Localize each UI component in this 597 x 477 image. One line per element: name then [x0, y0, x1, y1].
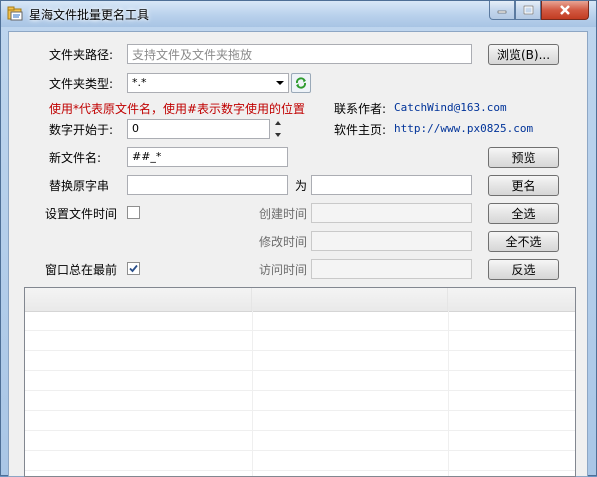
modified-time-input [311, 231, 472, 251]
set-time-label: 设置文件时间 [45, 207, 118, 221]
always-on-top-label: 窗口总在最前 [45, 263, 118, 277]
contact-label: 联系作者: [334, 102, 387, 116]
replace-to-input[interactable] [311, 175, 472, 195]
invert-selection-button[interactable]: 反选 [488, 259, 559, 280]
minimize-icon [497, 10, 507, 14]
browse-button[interactable]: 浏览(B)... [488, 44, 559, 65]
close-button[interactable] [541, 1, 589, 20]
folder-path-label: 文件夹路径: [49, 48, 114, 62]
set-time-checkbox[interactable] [127, 206, 140, 219]
refresh-button[interactable] [291, 73, 311, 93]
table-row [25, 411, 575, 431]
file-list-header [25, 288, 575, 312]
table-row [25, 371, 575, 391]
column-header[interactable] [25, 288, 252, 311]
close-icon [560, 4, 570, 15]
folder-path-input[interactable]: 支持文件及文件夹拖放 [127, 44, 472, 64]
column-header[interactable] [252, 288, 448, 311]
created-time-label: 创建时间 [259, 207, 308, 221]
select-none-button[interactable]: 全不选 [488, 231, 559, 252]
maximize-button[interactable] [515, 1, 541, 20]
client-area: 文件夹路径: 支持文件及文件夹拖放 浏览(B)... 文件夹类型: *.* 使用… [8, 31, 588, 477]
file-list[interactable] [24, 287, 576, 477]
table-row [25, 451, 575, 471]
modified-time-label: 修改时间 [259, 235, 308, 249]
contact-email-link[interactable]: CatchWind@163.com [394, 101, 507, 114]
table-row [25, 311, 575, 331]
spin-down-icon[interactable] [275, 133, 281, 137]
window-title: 星海文件批量更名工具 [29, 8, 150, 22]
homepage-label: 软件主页: [334, 123, 387, 137]
folder-type-select[interactable]: *.* [127, 73, 289, 93]
checkmark-icon [129, 264, 138, 273]
main-window: 星海文件批量更名工具 文件夹路径: 支持文件及文件夹拖放 浏览(B)... 文件… [0, 0, 597, 477]
homepage-link[interactable]: http://www.px0825.com [394, 122, 533, 135]
spin-up-icon[interactable] [275, 121, 281, 125]
replace-with-label: 为 [295, 179, 308, 193]
created-time-input [311, 203, 472, 223]
new-name-input[interactable]: ##_* [127, 147, 288, 167]
column-header[interactable] [448, 288, 575, 311]
usage-hint: 使用*代表原文件名，使用#表示数字使用的位置 [49, 102, 306, 116]
select-all-button[interactable]: 全选 [488, 203, 559, 224]
replace-from-input[interactable] [127, 175, 288, 195]
start-number-spinner[interactable] [273, 119, 283, 139]
folder-type-label: 文件夹类型: [49, 77, 114, 91]
chevron-down-icon [276, 81, 284, 85]
new-name-label: 新文件名: [49, 151, 102, 165]
replace-label: 替换原字串 [49, 179, 110, 193]
refresh-icon [295, 77, 307, 89]
table-row [25, 391, 575, 411]
start-number-input[interactable]: 0 [127, 119, 270, 139]
start-number-label: 数字开始于: [49, 123, 114, 137]
table-row [25, 351, 575, 371]
title-bar[interactable]: 星海文件批量更名工具 [1, 1, 596, 27]
maximize-icon [523, 5, 533, 15]
folder-edit-icon [7, 6, 23, 21]
accessed-time-label: 访问时间 [259, 263, 308, 277]
table-row [25, 431, 575, 451]
minimize-button[interactable] [489, 1, 515, 20]
always-on-top-checkbox[interactable] [127, 262, 140, 275]
rename-button[interactable]: 更名 [488, 175, 559, 196]
folder-type-value: *.* [132, 76, 147, 89]
preview-button[interactable]: 预览 [488, 147, 559, 168]
table-row [25, 331, 575, 351]
accessed-time-input [311, 259, 472, 279]
